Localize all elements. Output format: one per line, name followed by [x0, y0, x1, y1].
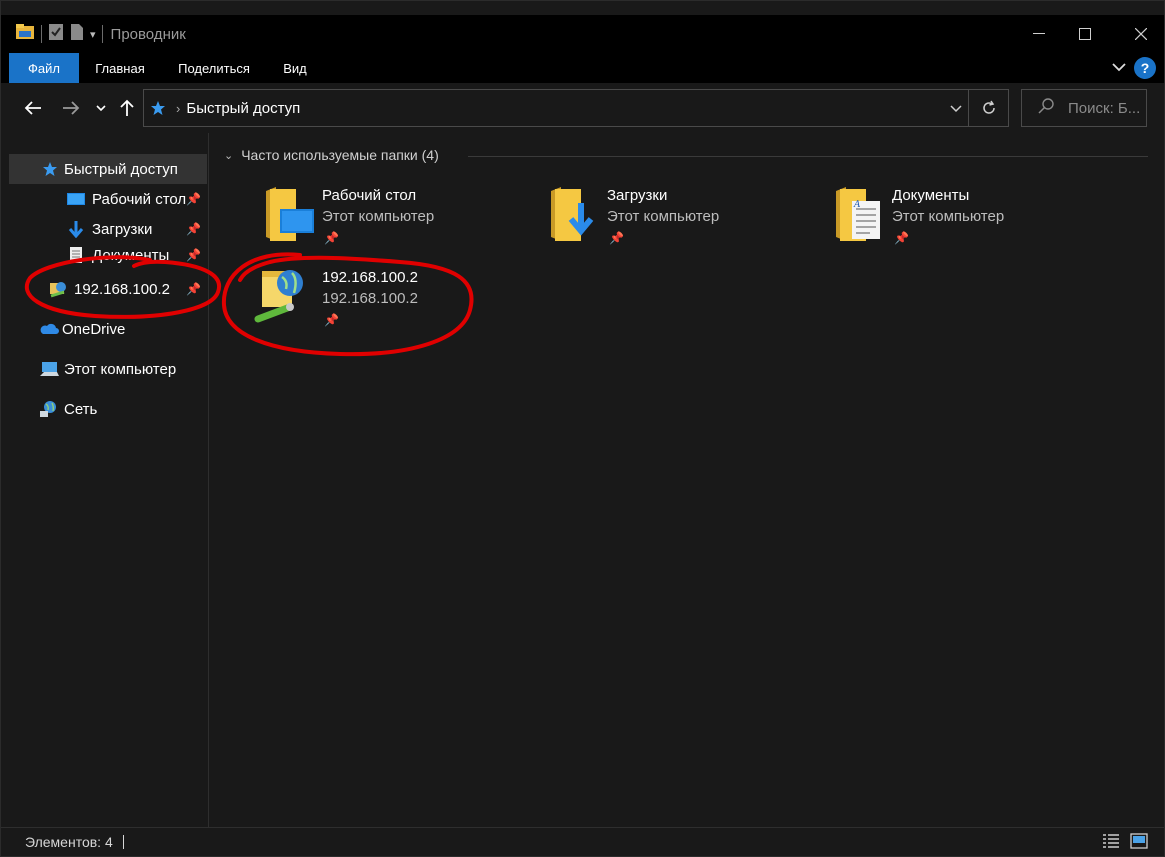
- network-share-icon: [254, 267, 310, 327]
- toolbar-divider: [101, 25, 103, 43]
- explorer-folder-icon: [15, 23, 35, 46]
- group-header-frequent-folders[interactable]: ⌄ Часто используемые папки (4): [224, 147, 439, 163]
- desktop-icon: [67, 190, 85, 208]
- status-bar: Элементов: 4: [1, 827, 1164, 856]
- recent-locations-chevron-icon[interactable]: [93, 95, 109, 121]
- sidebar-item-this-pc[interactable]: Этот компьютер: [9, 354, 176, 384]
- navigation-pane: Быстрый доступ Рабочий стол 📌 Загрузки 📌…: [1, 133, 209, 827]
- sidebar-item-network[interactable]: Сеть: [9, 394, 97, 424]
- window-controls: [1016, 15, 1164, 53]
- tile-name: Рабочий стол: [322, 187, 417, 204]
- download-arrow-icon: [67, 220, 85, 238]
- sidebar-item-label: 192.168.100.2: [74, 280, 170, 298]
- pin-icon[interactable]: 📌: [894, 231, 909, 245]
- group-header-label: Часто используемые папки (4): [241, 147, 439, 163]
- sidebar-item-label: Рабочий стол: [92, 190, 187, 208]
- tab-view[interactable]: Вид: [275, 53, 315, 83]
- sidebar-item-onedrive[interactable]: OneDrive: [9, 314, 125, 344]
- tile-location: 192.168.100.2: [322, 290, 418, 307]
- view-switcher: [1102, 833, 1148, 849]
- search-box[interactable]: Поиск: Б...: [1021, 89, 1147, 127]
- star-icon: [150, 100, 166, 116]
- large-icons-view-icon[interactable]: [1130, 833, 1148, 849]
- expand-ribbon-chevron-icon[interactable]: [1112, 59, 1126, 77]
- pin-icon[interactable]: 📌: [186, 248, 201, 262]
- close-button[interactable]: [1118, 15, 1164, 53]
- star-icon: [41, 160, 59, 178]
- pin-icon[interactable]: 📌: [186, 192, 201, 206]
- tile-downloads[interactable]: Загрузки Этот компьютер 📌: [547, 185, 817, 257]
- toolbar-divider: [41, 25, 42, 43]
- breadcrumb-separator-icon[interactable]: ›: [176, 101, 180, 116]
- title-bar: ▾ Проводник: [1, 15, 1164, 53]
- tile-location: Этот компьютер: [607, 208, 720, 225]
- sidebar-item-downloads[interactable]: Загрузки 📌: [9, 214, 207, 244]
- address-history-chevron-icon[interactable]: [950, 101, 962, 116]
- sidebar-item-label: Сеть: [64, 400, 98, 418]
- refresh-button[interactable]: [968, 90, 1008, 126]
- back-arrow-icon[interactable]: [21, 95, 45, 121]
- minimize-button[interactable]: [1016, 15, 1062, 53]
- network-icon: [39, 400, 59, 418]
- tile-name: Документы: [892, 187, 970, 204]
- tile-network-share[interactable]: 192.168.100.2 192.168.100.2 📌: [250, 267, 490, 339]
- tile-name: 192.168.100.2: [322, 269, 418, 286]
- tile-location: Этот компьютер: [322, 208, 435, 225]
- sidebar-item-documents[interactable]: Документы 📌: [9, 244, 207, 266]
- breadcrumb-quick-access[interactable]: Быстрый доступ: [186, 100, 300, 117]
- help-button[interactable]: ?: [1134, 57, 1156, 79]
- details-view-icon[interactable]: [1102, 833, 1120, 849]
- documents-icon: [67, 246, 85, 264]
- up-arrow-icon[interactable]: [117, 95, 137, 121]
- pin-icon[interactable]: 📌: [186, 222, 201, 236]
- maximize-button[interactable]: [1062, 15, 1108, 53]
- search-placeholder: Поиск: Б...: [1068, 99, 1141, 117]
- documents-folder-icon: A: [832, 185, 888, 245]
- tab-file[interactable]: Файл: [9, 53, 79, 83]
- sidebar-item-label: OneDrive: [62, 320, 126, 338]
- sidebar-item-quick-access[interactable]: Быстрый доступ: [9, 154, 207, 184]
- sidebar-item-label: Загрузки: [92, 220, 153, 238]
- tab-share[interactable]: Поделиться: [167, 53, 261, 83]
- ribbon-right-controls: ?: [1112, 57, 1156, 79]
- address-bar[interactable]: › Быстрый доступ: [143, 89, 1009, 127]
- window-title: Проводник: [110, 25, 186, 43]
- onedrive-cloud-icon: [39, 320, 59, 338]
- content-pane: ⌄ Часто используемые папки (4) Рабочий с…: [210, 133, 1164, 827]
- network-folder-icon: [49, 280, 67, 298]
- pin-icon[interactable]: 📌: [609, 231, 624, 245]
- explorer-window: ▾ Проводник Файл Главная Поделиться Вид …: [0, 0, 1165, 857]
- collapse-chevron-icon: ⌄: [224, 149, 234, 162]
- sidebar-item-network-share[interactable]: 192.168.100.2 📌: [9, 274, 207, 304]
- quick-access-toolbar: ▾: [15, 23, 103, 46]
- ribbon-tabs: Файл Главная Поделиться Вид ?: [1, 53, 1164, 83]
- customize-toolbar-chevron-icon[interactable]: ▾: [90, 28, 96, 41]
- forward-arrow-icon[interactable]: [59, 95, 83, 121]
- item-count: Элементов: 4: [25, 834, 113, 850]
- desktop-folder-icon: [262, 185, 318, 245]
- search-icon: [1038, 97, 1054, 119]
- group-divider: [468, 156, 1148, 157]
- pin-icon[interactable]: 📌: [324, 313, 339, 327]
- properties-icon[interactable]: [48, 23, 64, 46]
- computer-icon: [39, 360, 59, 378]
- tab-home[interactable]: Главная: [87, 53, 153, 83]
- status-divider: [122, 835, 124, 849]
- svg-text:A: A: [853, 200, 861, 210]
- sidebar-item-desktop[interactable]: Рабочий стол 📌: [9, 184, 207, 214]
- tile-documents[interactable]: A Документы Этот компьютер 📌: [832, 185, 1102, 257]
- sidebar-item-label: Быстрый доступ: [64, 160, 178, 178]
- sidebar-item-label: Этот компьютер: [64, 360, 177, 378]
- navigation-bar: › Быстрый доступ Поиск: Б...: [1, 83, 1164, 133]
- sidebar-item-label: Документы: [92, 246, 170, 264]
- tile-desktop[interactable]: Рабочий стол Этот компьютер 📌: [262, 185, 532, 257]
- tile-location: Этот компьютер: [892, 208, 1005, 225]
- pin-icon[interactable]: 📌: [186, 282, 201, 296]
- new-folder-icon[interactable]: [70, 23, 84, 46]
- pin-icon[interactable]: 📌: [324, 231, 339, 245]
- downloads-folder-icon: [547, 185, 603, 245]
- tile-name: Загрузки: [607, 187, 668, 204]
